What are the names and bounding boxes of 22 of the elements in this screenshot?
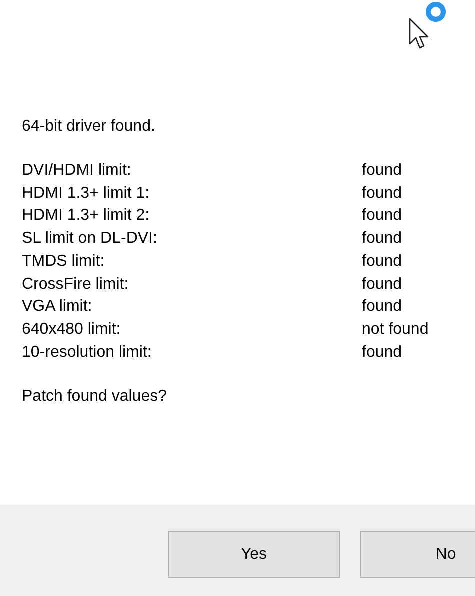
limit-status: not found	[362, 320, 430, 340]
message-text: 64-bit driver found.	[22, 117, 156, 137]
no-button[interactable]: No	[360, 531, 475, 578]
limit-status: found	[362, 342, 404, 363]
limit-status: found	[362, 297, 404, 318]
yes-button[interactable]: Yes	[168, 531, 340, 578]
limit-status: found	[362, 252, 404, 272]
limit-status: found	[362, 206, 404, 226]
question-text: Patch found values?	[22, 387, 168, 408]
limit-status: found	[362, 184, 404, 204]
limit-name: 10-resolution limit:	[22, 342, 153, 363]
limit-status: found	[362, 229, 404, 250]
limit-name: CrossFire limit:	[22, 274, 130, 295]
limit-name: DVI/HDMI limit:	[22, 161, 132, 181]
limit-name: VGA limit:	[22, 297, 94, 318]
limit-name: SL limit on DL-DVI:	[22, 229, 158, 250]
limit-name: HDMI 1.3+ limit 1:	[22, 184, 151, 204]
limit-status: found	[362, 274, 404, 295]
limit-name: HDMI 1.3+ limit 2:	[22, 206, 151, 226]
limit-name: TMDS limit:	[22, 252, 106, 272]
limit-status: found	[362, 161, 404, 181]
limit-name: 640x480 limit:	[22, 320, 122, 340]
